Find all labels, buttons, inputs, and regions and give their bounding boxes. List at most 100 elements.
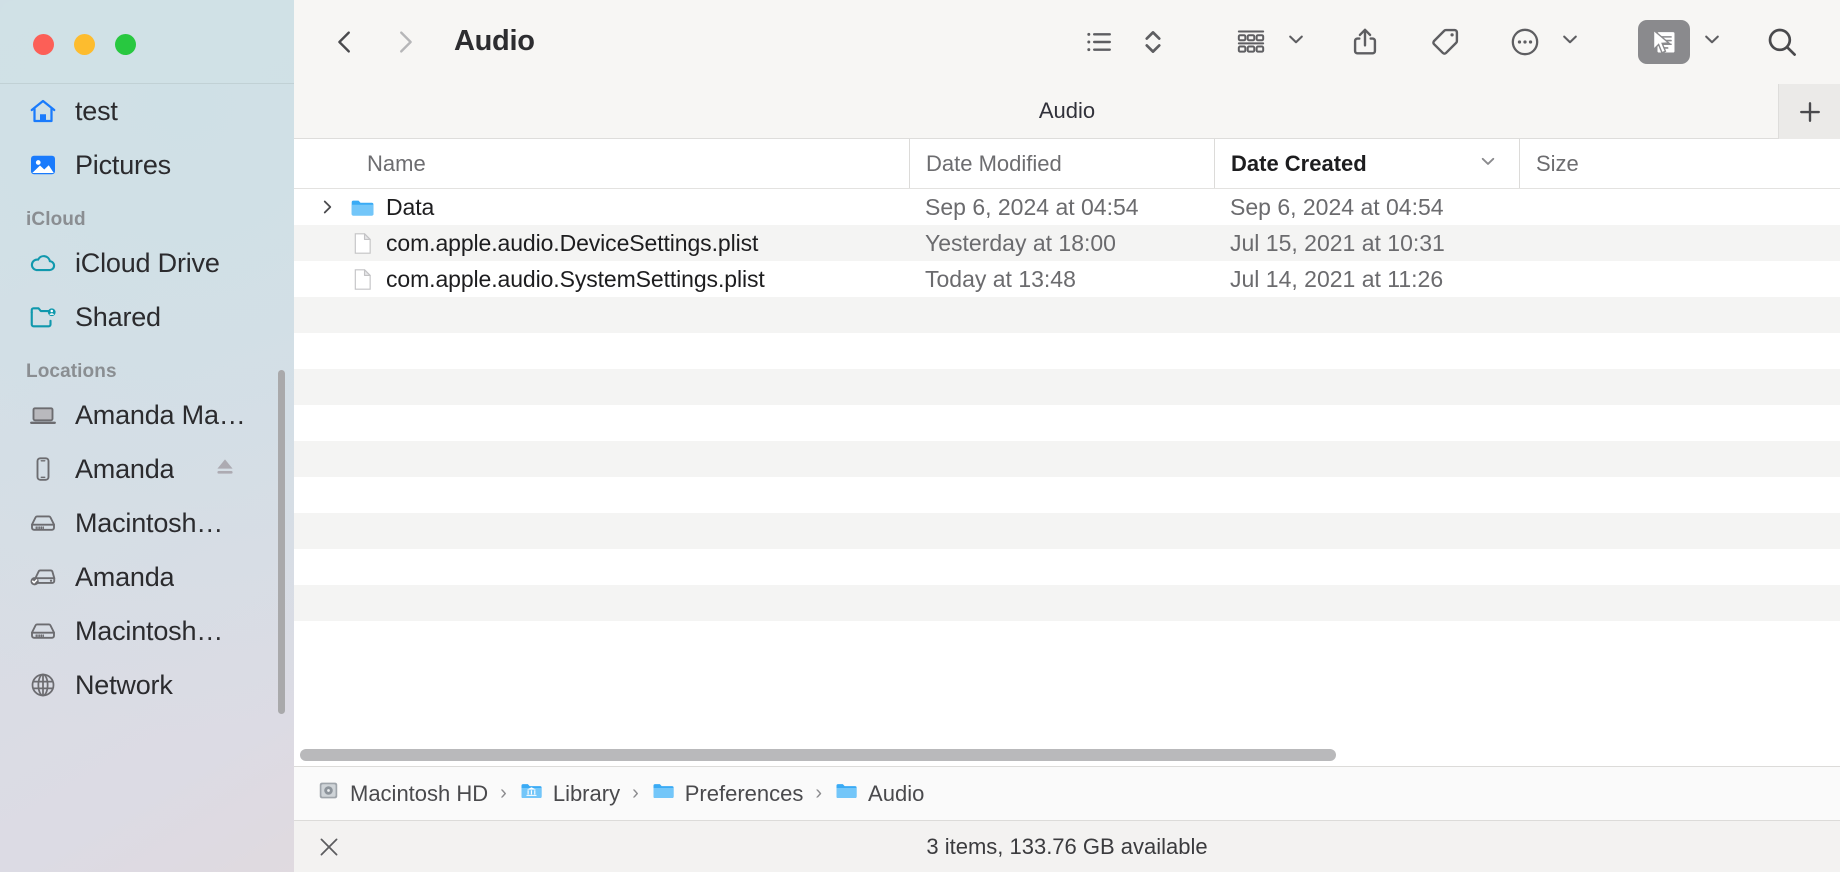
folder-icon [348, 194, 376, 221]
back-button[interactable] [322, 19, 368, 65]
column-header-name[interactable]: Name [294, 139, 909, 188]
cell-date-modified: Sep 6, 2024 at 04:54 [925, 193, 1139, 220]
harddisk-icon [316, 778, 341, 809]
column-header-date-modified[interactable]: Date Modified [909, 139, 1214, 188]
close-button[interactable] [33, 34, 54, 55]
share-icon[interactable] [1342, 17, 1388, 67]
sidebar-item-icloud-drive[interactable]: iCloud Drive [0, 236, 294, 290]
search-icon[interactable] [1758, 17, 1806, 67]
empty-row [294, 477, 1840, 513]
sidebar-item-network[interactable]: Network [0, 658, 294, 712]
laptop-icon [28, 400, 58, 430]
sidebar-item-amanda-disk[interactable]: Amanda [0, 550, 294, 604]
sidebar-item-label: Macintosh… [75, 615, 224, 646]
breadcrumb-audio[interactable]: Audio [834, 778, 924, 809]
sort-indicator-icon [1477, 150, 1499, 178]
eject-icon[interactable] [212, 454, 238, 485]
sidebar-item-amanda-macbook[interactable]: Amanda Ma… [0, 388, 294, 442]
cloud-icon [28, 248, 58, 278]
file-list: Data Sep 6, 2024 at 04:54 Sep 6, 2024 at… [294, 189, 1840, 766]
breadcrumb-label: Preferences [684, 780, 804, 806]
finder-window: test Pictures iCloud iCloud Drive Shared… [0, 0, 1840, 872]
tag-icon[interactable] [1422, 17, 1468, 67]
horizontal-scrollbar-track[interactable] [294, 744, 1840, 766]
sidebar-group-icloud: iCloud [26, 209, 86, 230]
sidebar-group-locations: Locations [26, 361, 117, 382]
disclosure-triangle-icon[interactable] [316, 198, 338, 216]
list-view-icon[interactable] [1076, 17, 1122, 67]
iphone-icon [28, 454, 58, 484]
sidebar-scrollbar[interactable] [278, 370, 285, 714]
breadcrumb-label: Macintosh HD [350, 780, 489, 806]
chevron-down-icon[interactable] [1284, 27, 1308, 56]
zoom-button[interactable] [115, 34, 136, 55]
column-headers: Name Date Modified Date Created Size [294, 139, 1840, 189]
globe-icon [28, 670, 58, 700]
cell-date-created: Jul 15, 2021 at 10:31 [1230, 229, 1445, 256]
breadcrumb-preferences[interactable]: Preferences [651, 778, 804, 809]
table-row[interactable]: Data Sep 6, 2024 at 04:54 Sep 6, 2024 at… [294, 189, 1840, 225]
chevron-down-icon[interactable] [1558, 27, 1582, 56]
breadcrumb-macintosh-hd[interactable]: Macintosh HD [316, 778, 488, 809]
sidebar-item-label: Network [75, 669, 173, 700]
cell-date-created: Jul 14, 2021 at 11:26 [1230, 265, 1444, 292]
sidebar-item-macintosh-hd-1[interactable]: Macintosh… [0, 496, 294, 550]
add-tab-button[interactable] [1778, 84, 1840, 139]
path-bar: Macintosh HD › Library › Preferences › A… [294, 766, 1840, 820]
cell-date-modified: Today at 13:48 [925, 265, 1076, 292]
external-disk-checked-icon [28, 562, 58, 592]
folder-icon [651, 778, 676, 809]
sidebar-item-macintosh-hd-2[interactable]: Macintosh… [0, 604, 294, 658]
cell-name: com.apple.audio.SystemSettings.plist [294, 266, 909, 293]
sidebar-item-label: Shared [75, 301, 161, 332]
horizontal-scrollbar-thumb[interactable] [300, 749, 1336, 761]
cell-name: com.apple.audio.DeviceSettings.plist [294, 230, 909, 257]
minimize-button[interactable] [74, 34, 95, 55]
forward-button[interactable] [382, 19, 428, 65]
sidebar-item-label: Amanda [75, 453, 175, 484]
table-row[interactable]: com.apple.audio.SystemSettings.plist Tod… [294, 261, 1840, 297]
column-label: Date Created [1231, 150, 1367, 176]
home-icon [28, 96, 58, 126]
sidebar-item-amanda-iphone[interactable]: Amanda [0, 442, 294, 496]
harddisk-icon [28, 508, 58, 538]
sidebar-item-label: Macintosh… [75, 507, 224, 538]
column-header-size[interactable]: Size [1519, 139, 1840, 188]
breadcrumb-separator: › [632, 782, 639, 804]
file-name: Data [386, 193, 435, 220]
desktop-background: test Pictures iCloud iCloud Drive Shared… [0, 0, 1840, 872]
breadcrumb-library[interactable]: Library [519, 778, 620, 809]
more-icon[interactable] [1502, 17, 1548, 67]
sidebar-item-label: Amanda [75, 561, 175, 592]
status-bar: 3 items, 133.76 GB available [294, 820, 1840, 872]
empty-row [294, 549, 1840, 585]
empty-row [294, 585, 1840, 621]
quick-actions-icon[interactable] [1638, 19, 1690, 64]
table-row[interactable]: com.apple.audio.DeviceSettings.plist Yes… [294, 225, 1840, 261]
empty-row [294, 405, 1840, 441]
sidebar-item-shared[interactable]: Shared [0, 290, 294, 344]
cell-date-created: Sep 6, 2024 at 04:54 [1230, 193, 1444, 220]
sidebar-titlebar [0, 0, 294, 84]
column-label: Size [1536, 150, 1579, 176]
file-name: com.apple.audio.SystemSettings.plist [386, 265, 765, 292]
sidebar-item-label: iCloud Drive [75, 247, 220, 278]
cell-date-modified: Yesterday at 18:00 [925, 229, 1116, 256]
sort-icon[interactable] [1134, 17, 1172, 67]
cell-name: Data [294, 194, 909, 221]
harddisk-icon [28, 616, 58, 646]
group-view-icon[interactable] [1228, 17, 1274, 67]
empty-row [294, 621, 1840, 657]
breadcrumb-separator: › [500, 782, 507, 804]
column-header-date-created[interactable]: Date Created [1214, 139, 1519, 188]
main-pane: Audio Audio Name Date Modified Date Crea… [294, 0, 1840, 872]
chevron-down-icon[interactable] [1700, 27, 1724, 56]
empty-row [294, 297, 1840, 333]
sidebar-item-test[interactable]: test [0, 84, 294, 138]
library-folder-icon [519, 778, 544, 809]
sidebar-item-pictures[interactable]: Pictures [0, 138, 294, 192]
sidebar-content: test Pictures iCloud iCloud Drive Shared… [0, 84, 294, 872]
current-tab-label[interactable]: Audio [1039, 98, 1095, 124]
column-label: Name [367, 150, 426, 176]
shared-folder-icon [28, 302, 58, 332]
